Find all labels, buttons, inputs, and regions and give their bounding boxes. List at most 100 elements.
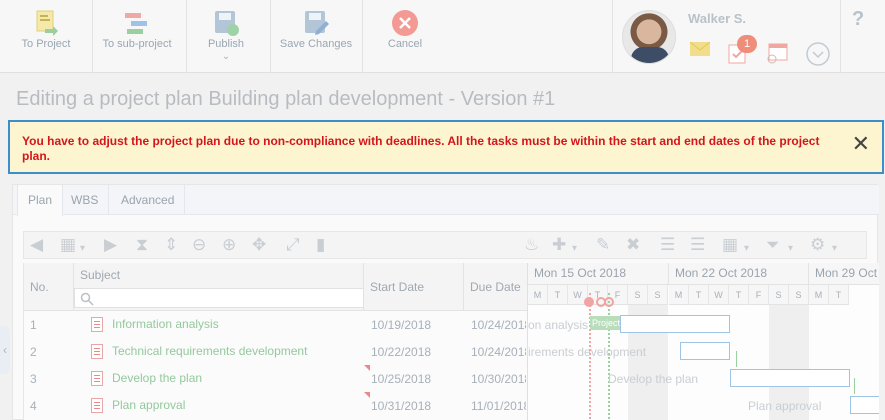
task-subject[interactable]: Information analysis — [112, 317, 219, 331]
save-icon — [301, 8, 331, 38]
zoom-out-icon[interactable]: ⊖ — [192, 236, 206, 254]
column-header-start[interactable]: Start Date — [364, 263, 464, 311]
add-icon[interactable]: ✚ — [552, 236, 566, 254]
table-row[interactable]: 2 Technical requirements development 10/… — [24, 338, 528, 365]
gantt-day: M — [669, 285, 689, 305]
to-project-label: To Project — [21, 38, 71, 50]
table-row[interactable]: 1 Information analysis 10/19/2018 10/24/… — [24, 311, 528, 338]
gear-icon[interactable]: ⚙ — [810, 236, 825, 254]
cancel-button[interactable]: Cancel — [370, 0, 440, 73]
chevron-down-icon[interactable]: ▾ — [788, 240, 793, 258]
task-icon — [91, 317, 103, 332]
sidebar-toggle[interactable]: ‹ — [0, 326, 10, 374]
column-header-no[interactable]: No. — [24, 263, 74, 311]
to-subproject-button[interactable]: To sub-project — [96, 0, 178, 73]
expand-icon[interactable]: ⇕ — [164, 236, 178, 254]
delete-icon[interactable]: ✖ — [626, 236, 640, 254]
user-name[interactable]: Walker S. — [688, 11, 746, 26]
task-icon — [91, 371, 103, 386]
gantt-day: F — [749, 285, 769, 305]
to-project-icon — [31, 8, 61, 38]
outdent-icon[interactable]: ☰ — [660, 236, 675, 254]
calendar-icon[interactable]: ▦ — [722, 236, 738, 254]
arrow-left-icon[interactable]: ◀ — [30, 236, 43, 254]
help-icon[interactable]: ? — [852, 8, 864, 31]
gantt-day: S — [628, 285, 648, 305]
gantt-day: M — [528, 285, 548, 305]
filter-icon[interactable]: ⏷ — [766, 236, 780, 254]
row-number: 3 — [30, 372, 37, 386]
tab-plan[interactable]: Plan — [17, 185, 64, 216]
chart-icon[interactable]: ▮ — [316, 236, 325, 254]
gantt-day: T — [729, 285, 749, 305]
user-panel: Walker S. 1 — [614, 0, 840, 73]
gantt-task-bar[interactable] — [620, 315, 730, 333]
tab-bar: Plan WBS Advanced — [13, 185, 879, 216]
column-subject-label: Subject — [80, 268, 121, 282]
task-due-date: 10/24/2018 — [471, 345, 526, 359]
task-subject[interactable]: Develop the plan — [112, 371, 202, 385]
gantt-day: M — [809, 285, 829, 305]
gantt-chart: Mon 15 Oct 2018 Mon 22 Oct 2018 Mon 29 O… — [527, 263, 879, 420]
separator — [270, 0, 271, 73]
column-header-due[interactable]: Due Date — [464, 263, 528, 311]
avatar[interactable] — [622, 10, 676, 64]
gantt-toolbar: ◀ ▦ ▾ ▶ ⧗ ⇕ ⊖ ⊕ ✥ ⤢ ▮ ♨ ✚ ▾ ✎ ✖ ☰ ☰ ▦ ▾ … — [23, 231, 867, 259]
task-start-date: 10/25/2018 — [371, 372, 432, 386]
deadline-flag — [364, 392, 370, 398]
gantt-week-header: Mon 22 Oct 2018 — [669, 263, 809, 285]
gantt-week-header: Mon 15 Oct 2018 — [528, 263, 669, 285]
zoom-in-icon[interactable]: ⊕ — [222, 236, 236, 254]
gantt-task-bar[interactable] — [730, 369, 850, 387]
gantt-task-bar[interactable] — [680, 342, 730, 360]
arrow-right-icon[interactable]: ▶ — [104, 236, 117, 254]
task-due-date: 11/01/2018 — [471, 399, 526, 413]
task-start-date: 10/31/2018 — [371, 399, 432, 413]
gantt-bar-label: irements development — [528, 345, 647, 359]
task-icon — [91, 344, 103, 359]
indent-icon[interactable]: ☰ — [690, 236, 705, 254]
gantt-day: T — [548, 285, 568, 305]
gantt-bar-label: on analysis — [528, 318, 589, 332]
fit-icon[interactable]: ⤢ — [286, 236, 300, 254]
calendar-icon[interactable] — [766, 42, 790, 69]
chevron-down-icon[interactable]: ▾ — [572, 240, 577, 258]
save-changes-label: Save Changes — [279, 38, 353, 50]
row-number: 1 — [30, 318, 37, 332]
task-icon — [91, 398, 103, 413]
tab-advanced[interactable]: Advanced — [111, 185, 186, 215]
cancel-icon — [390, 8, 420, 38]
chevron-down-circle-icon[interactable] — [806, 42, 830, 71]
calendar-check-icon[interactable]: ▦ — [60, 236, 76, 254]
gantt-day: S — [789, 285, 809, 305]
close-icon[interactable]: ✕ — [852, 133, 870, 155]
chevron-down-icon[interactable]: ⌄ — [222, 52, 230, 62]
chevron-down-icon[interactable]: ▾ — [80, 240, 85, 258]
tab-wbs[interactable]: WBS — [61, 185, 110, 215]
collapse-icon[interactable]: ⧗ — [136, 236, 148, 254]
edit-icon[interactable]: ✎ — [596, 236, 610, 254]
critical-path-icon[interactable]: ♨ — [524, 236, 539, 254]
gantt-day: W — [709, 285, 729, 305]
move-icon[interactable]: ✥ — [252, 236, 266, 254]
save-changes-button[interactable]: Save Changes — [276, 0, 356, 73]
dependency-line — [854, 378, 855, 394]
task-subject[interactable]: Technical requirements development — [112, 344, 307, 358]
task-subject[interactable]: Plan approval — [112, 398, 185, 412]
mail-icon[interactable] — [689, 41, 711, 61]
table-row[interactable]: 4 Plan approval 10/31/2018 11/01/2018 — [24, 392, 528, 419]
separator — [362, 0, 363, 73]
gantt-task-bar[interactable] — [850, 396, 879, 414]
notification-badge: 1 — [737, 35, 757, 53]
chevron-down-icon[interactable]: ▾ — [832, 240, 837, 258]
subject-search-input[interactable] — [74, 288, 364, 308]
project-bar[interactable]: Project — [590, 316, 620, 330]
publish-button[interactable]: Publish ⌄ — [190, 0, 262, 73]
chevron-down-icon[interactable]: ▾ — [744, 240, 749, 258]
table-row[interactable]: 3 Develop the plan 10/25/2018 10/30/2018 — [24, 365, 528, 392]
alert-message: You have to adjust the project plan due … — [22, 134, 820, 163]
to-project-button[interactable]: To Project — [10, 0, 82, 73]
plan-panel: Plan WBS Advanced ◀ ▦ ▾ ▶ ⧗ ⇕ ⊖ ⊕ ✥ ⤢ ▮ … — [12, 184, 879, 420]
dependency-line — [736, 351, 737, 367]
column-no-label: No. — [30, 280, 49, 294]
